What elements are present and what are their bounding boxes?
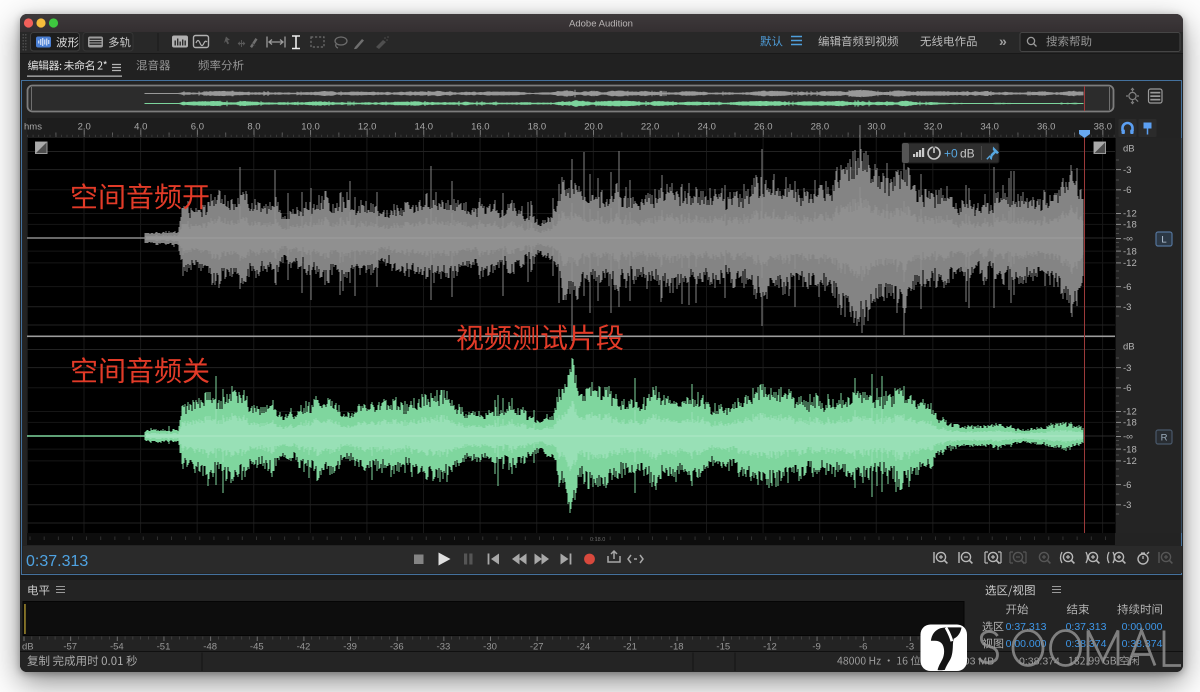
svg-text:Adobe Audition: Adobe Audition bbox=[569, 19, 633, 30]
svg-text:-3: -3 bbox=[1123, 302, 1131, 313]
svg-text:-3: -3 bbox=[1123, 500, 1131, 511]
svg-text:dB: dB bbox=[1123, 144, 1135, 155]
svg-text:-12: -12 bbox=[763, 642, 777, 653]
svg-text:-39: -39 bbox=[343, 642, 357, 653]
svg-text:-57: -57 bbox=[63, 642, 77, 653]
svg-text:-6: -6 bbox=[1123, 480, 1131, 491]
svg-text:+0: +0 bbox=[944, 147, 958, 161]
svg-text:-48: -48 bbox=[203, 642, 217, 653]
svg-text:dB: dB bbox=[22, 642, 34, 653]
svg-text:-12: -12 bbox=[1123, 407, 1137, 418]
svg-text:-27: -27 bbox=[530, 642, 544, 653]
svg-text:-18: -18 bbox=[1123, 418, 1137, 429]
svg-text:-12: -12 bbox=[1123, 258, 1137, 269]
svg-text:-30: -30 bbox=[483, 642, 497, 653]
svg-text:-42: -42 bbox=[297, 642, 311, 653]
svg-text:»: » bbox=[999, 33, 1007, 49]
svg-text:0:38.374: 0:38.374 bbox=[1066, 638, 1107, 650]
svg-text:-12: -12 bbox=[1123, 456, 1137, 467]
svg-text:-18: -18 bbox=[1123, 220, 1137, 231]
svg-text:-21: -21 bbox=[623, 642, 637, 653]
svg-text:-24: -24 bbox=[576, 642, 590, 653]
svg-text:-3: -3 bbox=[1123, 165, 1131, 176]
svg-text:0:18.0: 0:18.0 bbox=[590, 537, 605, 543]
svg-text:-∞: -∞ bbox=[1123, 432, 1133, 443]
svg-text:-54: -54 bbox=[110, 642, 124, 653]
svg-text:-18: -18 bbox=[1123, 246, 1137, 257]
svg-text:-18: -18 bbox=[670, 642, 684, 653]
svg-text:-3: -3 bbox=[906, 642, 914, 653]
svg-text:-6: -6 bbox=[1123, 282, 1131, 293]
svg-text:-6: -6 bbox=[1123, 383, 1131, 394]
svg-text:-33: -33 bbox=[437, 642, 451, 653]
svg-text:R: R bbox=[1161, 433, 1168, 444]
svg-text:-12: -12 bbox=[1123, 209, 1137, 220]
svg-text:-9: -9 bbox=[812, 642, 820, 653]
svg-text:0:38.374: 0:38.374 bbox=[1122, 638, 1163, 650]
svg-text:-3: -3 bbox=[1123, 363, 1131, 374]
svg-text:-6: -6 bbox=[859, 642, 867, 653]
svg-text:dB: dB bbox=[960, 147, 975, 161]
svg-text:L: L bbox=[1161, 235, 1166, 246]
svg-text:dB: dB bbox=[1123, 342, 1135, 353]
svg-text:-51: -51 bbox=[157, 642, 171, 653]
svg-text:-18: -18 bbox=[1123, 444, 1137, 455]
svg-text:hms: hms bbox=[24, 122, 42, 133]
svg-text:-15: -15 bbox=[716, 642, 730, 653]
svg-text:-6: -6 bbox=[1123, 185, 1131, 196]
svg-text:0:37.313: 0:37.313 bbox=[26, 553, 88, 570]
svg-text:-36: -36 bbox=[390, 642, 404, 653]
svg-text:-45: -45 bbox=[250, 642, 264, 653]
svg-text:-∞: -∞ bbox=[1123, 234, 1133, 245]
